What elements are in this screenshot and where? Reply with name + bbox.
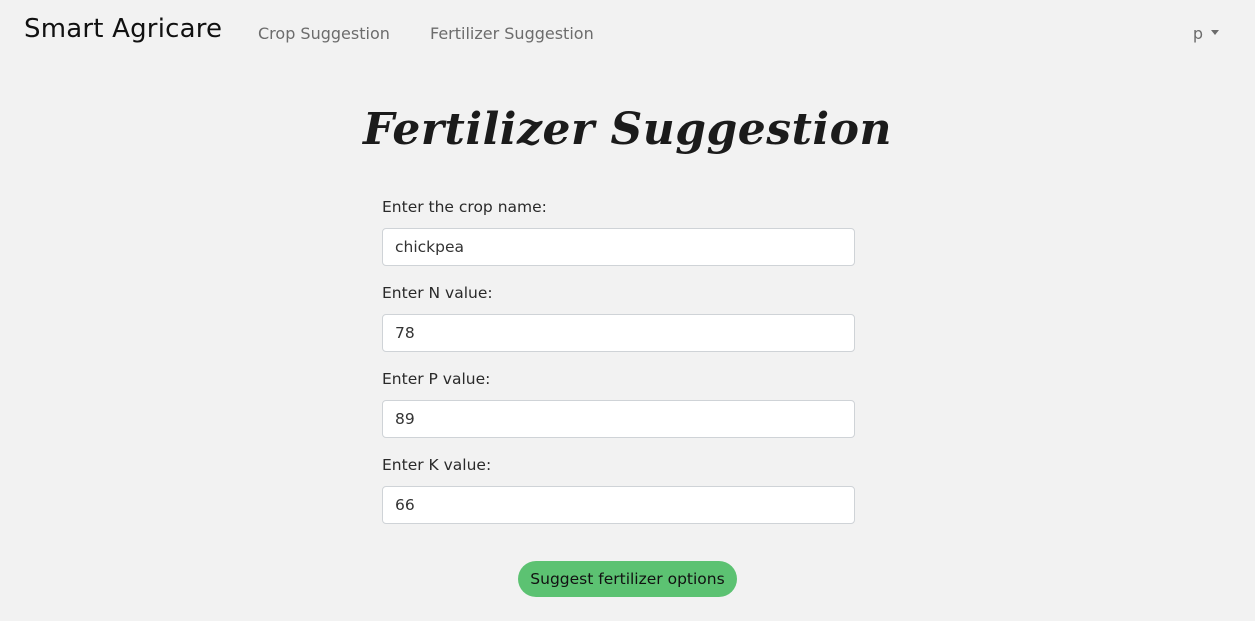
navbar: Smart Agricare Crop Suggestion Fertilize…: [0, 0, 1255, 66]
nav-link-fertilizer-suggestion[interactable]: Fertilizer Suggestion: [430, 24, 594, 43]
k-value-input[interactable]: [382, 486, 855, 524]
fertilizer-form: Enter the crop name: Enter N value: Ente…: [382, 196, 855, 540]
n-value-field-group: Enter N value:: [382, 282, 855, 368]
n-value-label: Enter N value:: [382, 284, 493, 302]
crop-name-input[interactable]: [382, 228, 855, 266]
crop-name-label: Enter the crop name:: [382, 198, 547, 216]
submit-container: Suggest fertilizer options: [0, 561, 1255, 597]
k-value-field-group: Enter K value:: [382, 454, 855, 540]
p-value-label: Enter P value:: [382, 370, 491, 388]
suggest-fertilizer-button[interactable]: Suggest fertilizer options: [518, 561, 737, 597]
user-menu-dropdown[interactable]: p: [1193, 24, 1219, 43]
p-value-field-group: Enter P value:: [382, 368, 855, 454]
caret-down-icon: [1211, 30, 1219, 35]
crop-name-field-group: Enter the crop name:: [382, 196, 855, 282]
page-title: Fertilizer Suggestion: [363, 104, 892, 155]
brand-logo[interactable]: Smart Agricare: [24, 14, 222, 44]
user-menu-label: p: [1192, 24, 1203, 43]
n-value-input[interactable]: [382, 314, 855, 352]
nav-link-crop-suggestion[interactable]: Crop Suggestion: [258, 24, 390, 43]
p-value-input[interactable]: [382, 400, 855, 438]
k-value-label: Enter K value:: [382, 456, 492, 474]
